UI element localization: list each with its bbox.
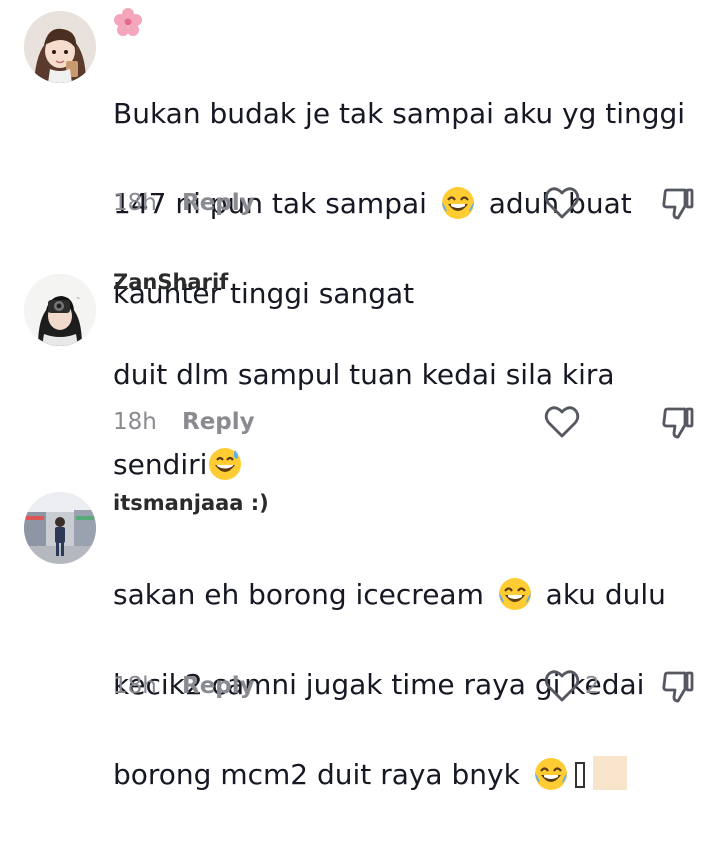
reply-button[interactable]: Reply xyxy=(182,409,255,435)
comment-actions: 18h Reply xyxy=(113,184,703,224)
user-avatar[interactable]: ~ xyxy=(24,274,96,346)
store-photo-avatar-icon xyxy=(24,492,96,564)
comment-actions: 18h Reply 2 xyxy=(113,667,703,707)
comment-line: sendiri xyxy=(113,442,693,487)
comment-text-segment: aku dulu xyxy=(545,578,666,611)
user-avatar[interactable] xyxy=(24,492,96,564)
thumbs-down-dislike-icon[interactable] xyxy=(659,403,697,441)
comment-username[interactable]: itsmanjaaa :) xyxy=(113,491,269,515)
reply-button[interactable]: Reply xyxy=(182,673,255,699)
skin-tone-modifier-icon xyxy=(592,756,627,790)
comment-timestamp: 18h xyxy=(113,409,157,435)
laughing-tears-emoji-icon xyxy=(534,758,567,790)
heart-like-icon[interactable] xyxy=(543,667,581,705)
comment-timestamp: 18h xyxy=(113,190,157,216)
comment-line: Bukan budak je tak sampai aku yg tinggi xyxy=(113,97,686,130)
reply-button[interactable]: Reply xyxy=(182,190,255,216)
comment-text-segment: sendiri xyxy=(113,448,208,481)
cherry-blossom-icon xyxy=(114,8,142,36)
girl-cartoon-avatar-icon xyxy=(24,11,96,83)
svg-text:~: ~ xyxy=(76,296,80,302)
thumbs-down-dislike-icon[interactable] xyxy=(659,184,697,222)
thumbs-down-dislike-icon[interactable] xyxy=(659,667,697,705)
like-count: 2 xyxy=(585,673,600,699)
grinning-sweat-emoji-icon xyxy=(209,448,242,480)
comment-text-segment: borong mcm2 duit raya bnyk xyxy=(113,758,520,791)
heart-like-icon[interactable] xyxy=(543,403,581,441)
comment-line: borong mcm2 duit raya bnyk xyxy=(113,752,693,797)
comment-line: duit dlm sampul tuan kedai sila kira xyxy=(113,358,615,391)
user-avatar[interactable] xyxy=(24,11,96,83)
comment-timestamp: 18h xyxy=(113,673,157,699)
laughing-tears-emoji-icon xyxy=(498,578,531,610)
comment-actions: 18h Reply xyxy=(113,403,703,443)
comment-line: sakan eh borong icecream aku dulu xyxy=(113,572,693,617)
missing-glyph-icon xyxy=(574,762,585,788)
comment-username[interactable]: ZanSharif xyxy=(113,270,228,294)
camera-girl-avatar-icon: ~ xyxy=(24,274,96,346)
comment-text-segment: sakan eh borong icecream xyxy=(113,578,484,611)
heart-like-icon[interactable] xyxy=(543,184,581,222)
